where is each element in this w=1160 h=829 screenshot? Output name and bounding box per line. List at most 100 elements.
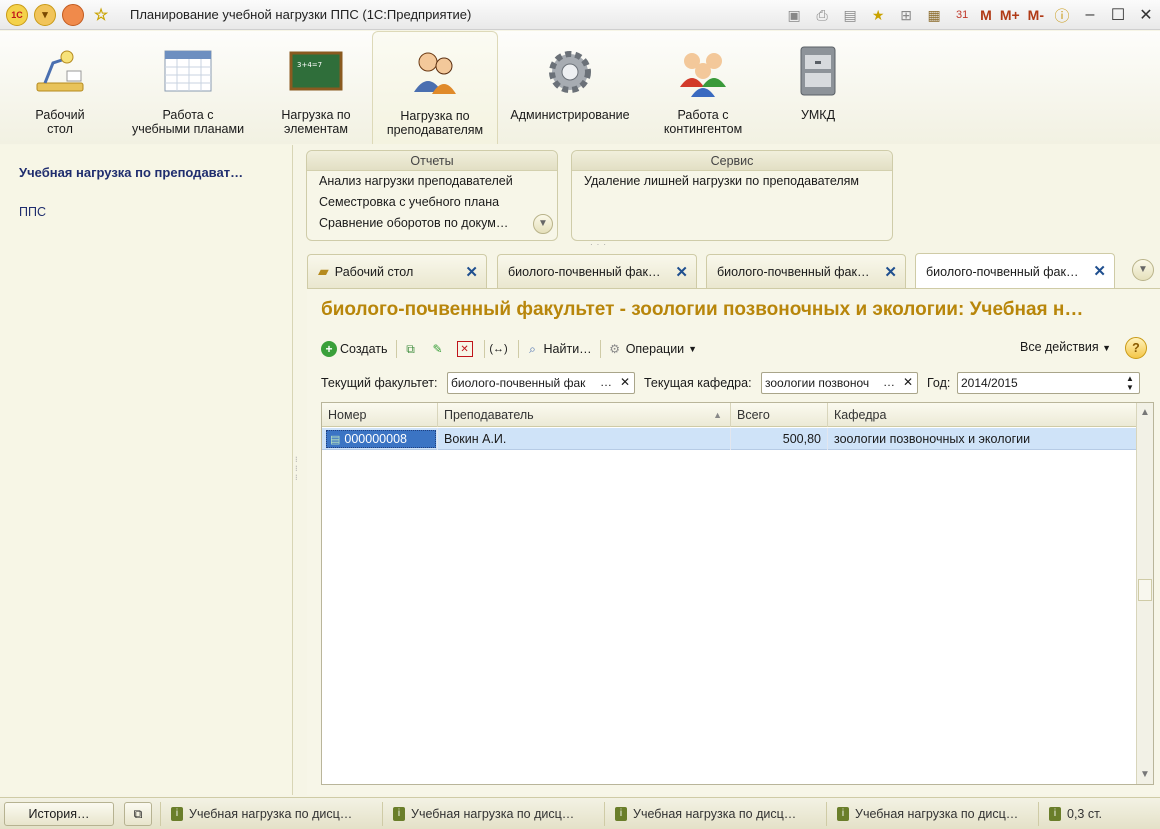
create-button[interactable]: + Создать bbox=[321, 341, 388, 357]
section-load-teachers-label: Нагрузка по преподавателям bbox=[386, 109, 484, 137]
document-icon: ▤ bbox=[330, 434, 341, 446]
tab-close-icon[interactable]: ✕ bbox=[675, 263, 688, 281]
faculty-field[interactable]: биолого-почвенный фак … ✕ bbox=[447, 372, 635, 394]
tab-faculty-2-label: биолого-почвенный фак… bbox=[717, 264, 870, 279]
column-teacher[interactable]: Преподаватель ▲ bbox=[438, 403, 731, 427]
year-label: Год: bbox=[927, 376, 951, 390]
create-label: Создать bbox=[340, 342, 388, 356]
add-favorite-icon[interactable]: ★ bbox=[867, 4, 889, 26]
tab-faculty-3-label: биолого-почвенный фак… bbox=[926, 264, 1079, 279]
cell-number[interactable]: ▤ 000000008 bbox=[322, 428, 438, 450]
section-contingent[interactable]: Работа с контингентом bbox=[652, 31, 754, 144]
cell-total[interactable]: 500,80 bbox=[731, 428, 828, 450]
delete-button[interactable]: ✕ bbox=[456, 341, 476, 357]
year-spinner-icon[interactable]: ▲ ▼ bbox=[1121, 374, 1139, 392]
operations-icon: ⚙ bbox=[609, 342, 621, 356]
scroll-up-icon[interactable]: ▲ bbox=[1140, 407, 1150, 418]
section-administration-label: Администрирование bbox=[510, 108, 630, 122]
find-button[interactable]: ⌕ Найти… bbox=[525, 341, 592, 357]
reports-group: Отчеты Анализ нагрузки преподавателей Се… bbox=[306, 150, 558, 241]
cell-teacher[interactable]: Вокин А.И. bbox=[438, 428, 731, 450]
windows-list-icon[interactable]: ⧉ bbox=[124, 801, 152, 826]
operations-button[interactable]: ⚙ Операции ▼ bbox=[607, 341, 697, 357]
tab-faculty-1[interactable]: биолого-почвенный фак… ✕ bbox=[497, 254, 697, 288]
info-icon[interactable]: ⓘ bbox=[1051, 4, 1073, 26]
cell-department[interactable]: зоологии позвоночных и экологии bbox=[828, 428, 1137, 450]
section-umkd[interactable]: УМКД bbox=[776, 31, 860, 144]
dropdown-arrow-icon: ▼ bbox=[1102, 343, 1111, 353]
department-field[interactable]: зоологии позвоноч … ✕ bbox=[761, 372, 918, 394]
print-icon[interactable]: ⎙ bbox=[811, 4, 833, 26]
vertical-splitter[interactable]: ⁝ ⁝ ⁝ bbox=[295, 455, 301, 482]
report-teacher-load-analysis[interactable]: Анализ нагрузки преподавателей bbox=[307, 171, 557, 192]
app-logo-icon[interactable]: 1С bbox=[6, 3, 28, 26]
edit-button[interactable]: ✎ bbox=[430, 341, 449, 357]
bookmark-icon[interactable]: ⊞ bbox=[895, 4, 917, 26]
department-select-button[interactable]: … bbox=[880, 374, 898, 392]
section-load-elements[interactable]: 3+4=7 Нагрузка по элементам bbox=[268, 31, 364, 144]
faculty-select-button[interactable]: … bbox=[597, 374, 615, 392]
copy-button[interactable]: ⧉ bbox=[403, 341, 422, 357]
more-reports-chevron-icon[interactable]: ▼ bbox=[533, 214, 553, 234]
taskbar-window-4[interactable]: i Учебная нагрузка по дисц… bbox=[826, 801, 1038, 826]
nav-item-pps[interactable]: ППС bbox=[19, 205, 46, 219]
table-scrollbar[interactable]: ▲ ▼ bbox=[1136, 403, 1153, 784]
service-group: Сервис Удаление лишней нагрузки по препо… bbox=[571, 150, 893, 241]
horizontal-splitter[interactable]: ··· bbox=[590, 240, 610, 249]
year-field[interactable]: 2014/2015 ▲ ▼ bbox=[957, 372, 1140, 394]
svg-text:3+4=7: 3+4=7 bbox=[297, 61, 322, 69]
department-clear-icon[interactable]: ✕ bbox=[899, 374, 917, 392]
calendar-icon[interactable]: 31 bbox=[951, 4, 973, 26]
tab-close-icon[interactable]: ✕ bbox=[1093, 262, 1106, 280]
taskbar-window-3[interactable]: i Учебная нагрузка по дисц… bbox=[604, 801, 826, 826]
tab-desktop[interactable]: ▰ Рабочий стол ✕ bbox=[307, 254, 487, 288]
nav-title[interactable]: Учебная нагрузка по преподават… bbox=[19, 165, 243, 180]
taskbar-window-1-label: Учебная нагрузка по дисц… bbox=[189, 806, 353, 821]
interval-button[interactable]: (↔) bbox=[489, 341, 510, 357]
history-button[interactable]: История… bbox=[4, 801, 114, 826]
form-title: биолого-почвенный факультет - зоологии п… bbox=[321, 299, 1084, 320]
maximize-icon[interactable]: ☐ bbox=[1104, 5, 1132, 25]
taskbar-window-1[interactable]: i Учебная нагрузка по дисц… bbox=[160, 801, 382, 826]
memory-mplus-button[interactable]: M+ bbox=[1000, 7, 1020, 23]
record-icon[interactable] bbox=[62, 3, 84, 26]
table-row[interactable]: ▤ 000000008 Вокин А.И. 500,80 зоологии по… bbox=[322, 428, 1137, 450]
filters-row: Текущий факультет: биолого-почвенный фак… bbox=[321, 372, 1151, 394]
main-menu-button[interactable]: ▾ bbox=[34, 3, 56, 26]
service-remove-extra-load[interactable]: Удаление лишней нагрузки по преподавател… bbox=[572, 171, 892, 192]
column-total[interactable]: Всего bbox=[731, 403, 828, 427]
faculty-clear-icon[interactable]: ✕ bbox=[616, 374, 634, 392]
section-umkd-label: УМКД bbox=[800, 108, 836, 122]
faculty-label: Текущий факультет: bbox=[321, 376, 438, 390]
report-turnover-compare[interactable]: Сравнение оборотов по докум… bbox=[307, 213, 557, 234]
scroll-down-icon[interactable]: ▼ bbox=[1140, 769, 1150, 780]
tab-faculty-3[interactable]: биолого-почвенный фак… ✕ bbox=[915, 253, 1115, 289]
help-icon[interactable]: ? bbox=[1125, 337, 1147, 359]
column-department[interactable]: Кафедра bbox=[828, 403, 1137, 427]
tab-faculty-2[interactable]: биолого-почвенный фак… ✕ bbox=[706, 254, 906, 288]
save-icon[interactable]: ▣ bbox=[783, 4, 805, 26]
scroll-thumb[interactable] bbox=[1138, 579, 1152, 601]
favorites-star-icon[interactable]: ☆ bbox=[90, 4, 112, 26]
preview-icon[interactable]: ▤ bbox=[839, 4, 861, 26]
column-number[interactable]: Номер bbox=[322, 403, 438, 427]
department-label: Текущая кафедра: bbox=[644, 376, 752, 390]
section-study-plans[interactable]: Работа с учебными планами bbox=[124, 31, 252, 144]
section-administration[interactable]: Администрирование bbox=[502, 31, 638, 144]
calculator-icon[interactable]: ▦ bbox=[923, 4, 945, 26]
section-study-plans-label: Работа с учебными планами bbox=[131, 108, 245, 136]
memory-m-button[interactable]: M bbox=[980, 7, 992, 23]
tab-close-icon[interactable]: ✕ bbox=[465, 263, 478, 281]
memory-mminus-button[interactable]: M- bbox=[1028, 7, 1044, 23]
minimize-icon[interactable]: – bbox=[1076, 6, 1104, 24]
teachers-icon bbox=[414, 52, 456, 94]
tab-close-icon[interactable]: ✕ bbox=[884, 263, 897, 281]
status-load: i 0,3 ст. bbox=[1038, 801, 1112, 826]
section-desktop[interactable]: Рабочий стол bbox=[14, 31, 106, 144]
report-semester-plan[interactable]: Семестровка с учебного плана bbox=[307, 192, 557, 213]
close-icon[interactable]: ✕ bbox=[1132, 5, 1160, 25]
all-actions-button[interactable]: Все действия ▼ bbox=[1020, 340, 1111, 354]
taskbar-window-2[interactable]: i Учебная нагрузка по дисц… bbox=[382, 801, 604, 826]
section-load-teachers[interactable]: Нагрузка по преподавателям bbox=[372, 31, 498, 144]
tabs-more-chevron-icon[interactable]: ▼ bbox=[1132, 259, 1154, 281]
